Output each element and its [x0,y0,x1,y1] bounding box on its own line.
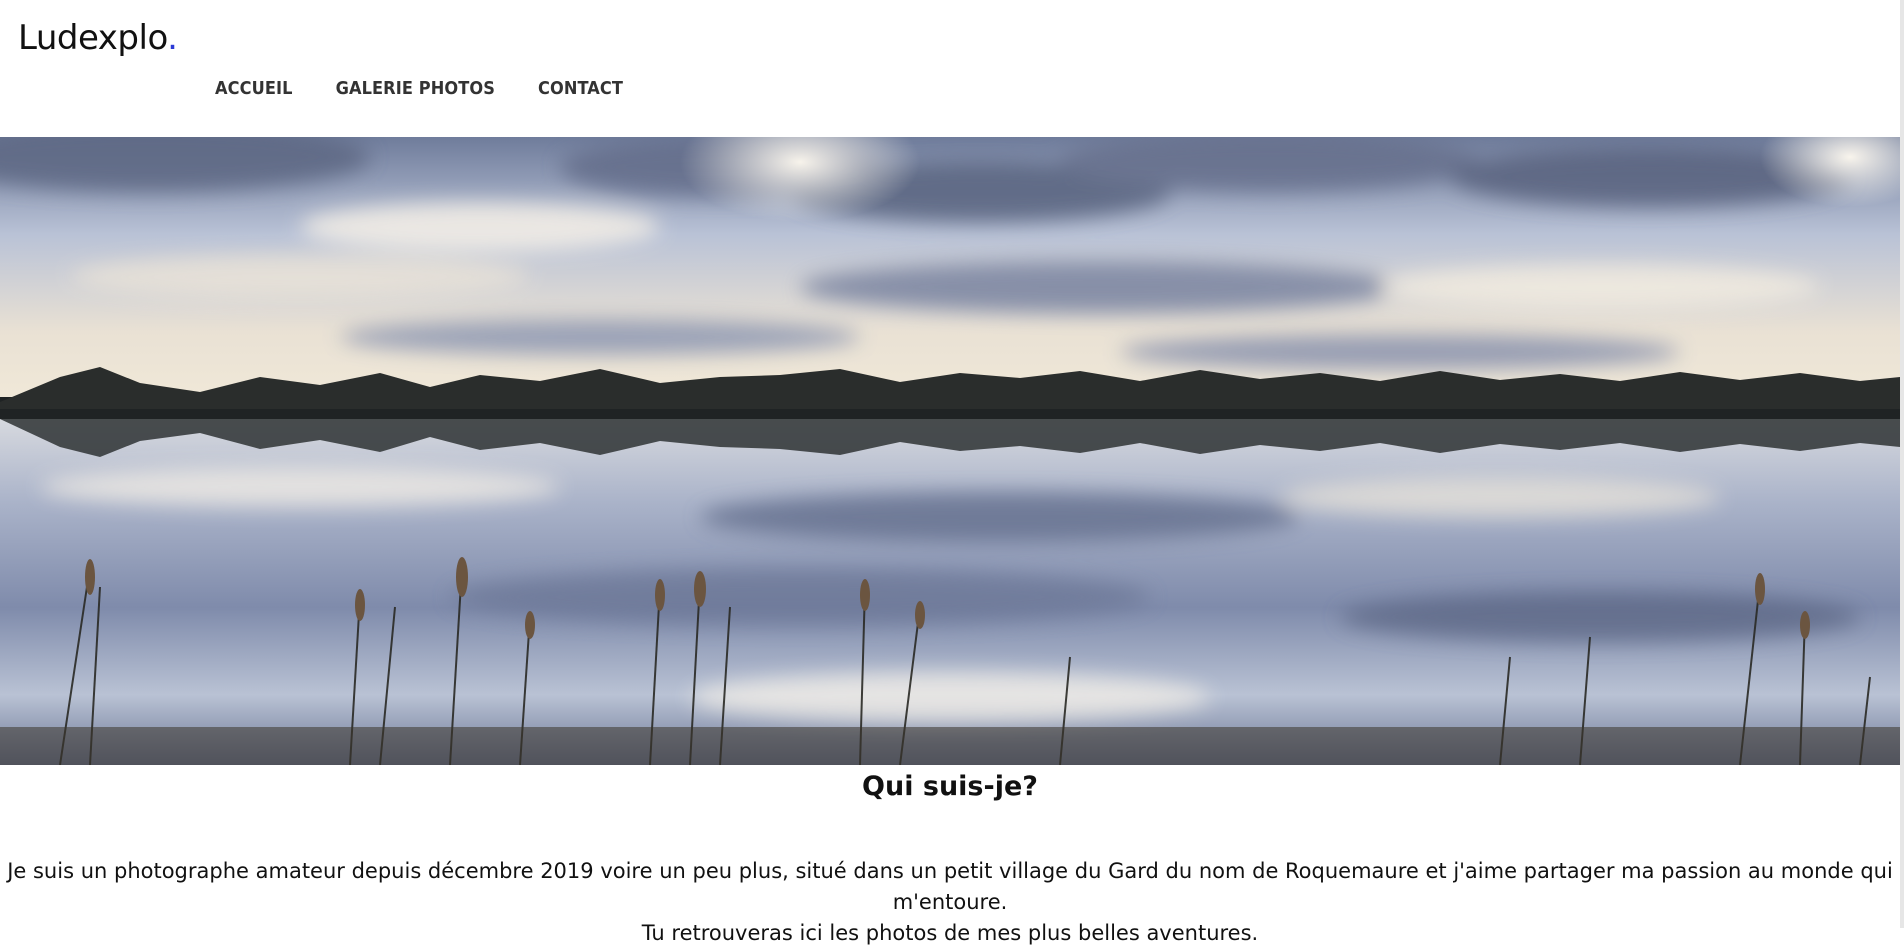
logo-dot: . [167,18,178,58]
page: Ludexplo. ACCUEIL GALERIE PHOTOS CONTACT [0,0,1900,945]
logo-text: Ludexplo [18,18,168,58]
about-title: Qui suis-je? [862,771,1038,802]
lake-landscape-photo [0,137,1900,765]
about-line-2: Tu retrouveras ici les photos de mes plu… [641,921,1259,945]
site-logo[interactable]: Ludexplo. [18,18,178,58]
nav-item-accueil[interactable]: ACCUEIL [215,78,293,99]
about-line-1: Je suis un photographe amateur depuis dé… [7,859,1893,914]
hero-image [0,137,1900,765]
main-nav: ACCUEIL GALERIE PHOTOS CONTACT [215,78,666,99]
nav-item-galerie-photos[interactable]: GALERIE PHOTOS [336,78,495,99]
nav-item-contact[interactable]: CONTACT [538,78,623,99]
vertical-scrollbar[interactable] [1900,0,1904,928]
about-text: Je suis un photographe amateur depuis dé… [0,856,1900,949]
